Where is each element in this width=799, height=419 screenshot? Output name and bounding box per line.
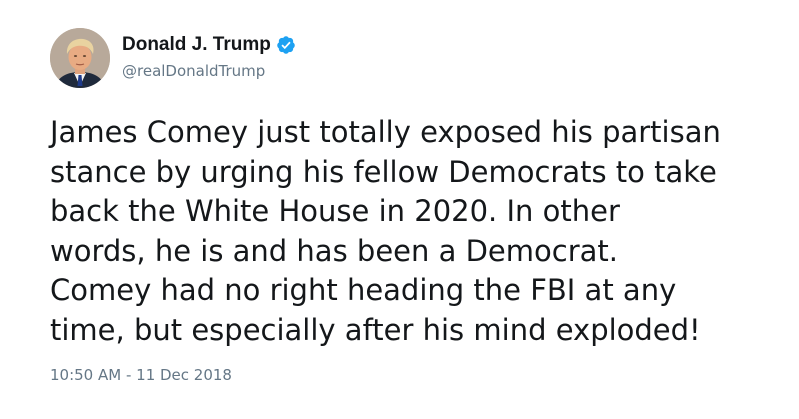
tweet-text-line: James Comey just totally exposed his par… <box>50 115 721 149</box>
author-block: Donald J. Trump @realDonaldTrump <box>122 33 296 80</box>
tweet-text-line: Comey had no right heading the FBI at an… <box>50 273 677 307</box>
tweet-timestamp[interactable]: 10:50 AM - 11 Dec 2018 <box>50 366 232 384</box>
tweet-text: James Comey just totally exposed his par… <box>50 113 780 350</box>
tweet-text-line: stance by urging his fellow Democrats to… <box>50 154 717 189</box>
name-row: Donald J. Trump <box>122 33 296 57</box>
tweet-text-line: time, but especially after his mind expl… <box>50 312 701 347</box>
display-name[interactable]: Donald J. Trump <box>122 34 271 56</box>
tweet-text-line: words, he is and has been a Democrat. <box>50 233 618 268</box>
user-handle[interactable]: @realDonaldTrump <box>122 62 296 80</box>
tweet-card: Donald J. Trump @realDonaldTrump James C… <box>0 0 799 419</box>
profile-photo-icon <box>50 28 110 88</box>
verified-badge-icon <box>276 35 296 55</box>
avatar[interactable] <box>50 28 110 88</box>
tweet-text-line: back the White House in 2020. In other <box>50 194 620 228</box>
